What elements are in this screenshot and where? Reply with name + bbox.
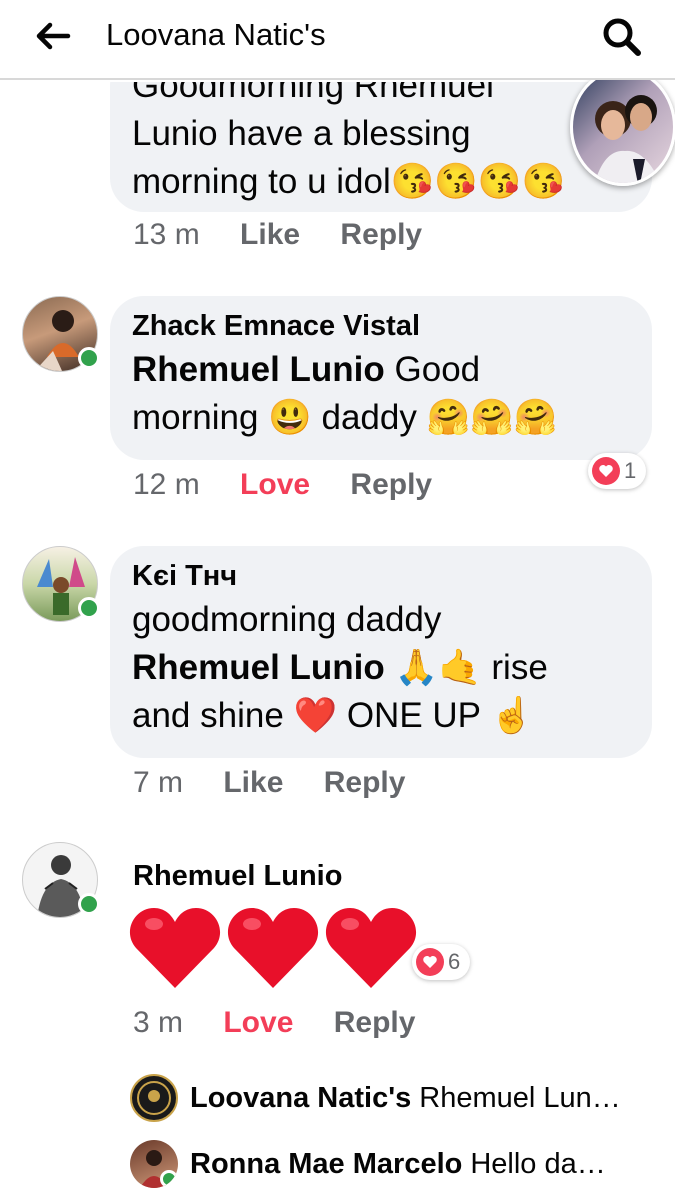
- comment-bubble[interactable]: Goodmorning Rhemuel Lunio have a blessin…: [110, 82, 652, 212]
- online-indicator: [78, 347, 100, 369]
- comment-text: Rhemuel Lunio 🙏🤙 rise: [132, 648, 548, 687]
- comment-author[interactable]: Κєі Тнч: [132, 556, 630, 596]
- comment-meta: 7 m Like Reply: [133, 766, 437, 800]
- online-indicator: [78, 893, 100, 915]
- reaction-count[interactable]: 6: [412, 944, 471, 980]
- mention-link[interactable]: Rhemuel Lunio: [132, 648, 385, 687]
- mention-link[interactable]: Rhemuel Lunio: [132, 350, 385, 389]
- heart-emoji-row: [128, 904, 418, 992]
- comment-text: morning to u idol😘😘😘😘: [132, 162, 566, 201]
- reply-author[interactable]: Ronna Mae Marcelo: [190, 1148, 462, 1181]
- avatar: [130, 1140, 178, 1188]
- heart-icon: [325, 908, 417, 988]
- comment-meta: 13 m Like Reply: [133, 218, 454, 252]
- comment-text: Rhemuel Lunio Good: [132, 350, 481, 389]
- love-reaction-icon: [416, 948, 444, 976]
- timestamp: 12 m: [133, 468, 200, 501]
- reply-button[interactable]: Reply: [350, 468, 432, 502]
- comment-text: goodmorning daddy: [132, 600, 442, 639]
- comment-bubble[interactable]: Κєі Тнч goodmorning daddy Rhemuel Lunio …: [110, 546, 652, 758]
- timestamp: 3 m: [133, 1006, 184, 1039]
- comment-author[interactable]: Rhemuel Lunio: [133, 856, 342, 896]
- heart-icon: [227, 908, 319, 988]
- avatar: [130, 1074, 178, 1122]
- like-button[interactable]: Like: [240, 218, 300, 252]
- arrow-left-icon[interactable]: [32, 16, 72, 56]
- comment-author[interactable]: Zhack Emnace Vistal: [132, 306, 630, 346]
- reply-preview[interactable]: Ronna Mae Marcelo Hello da…: [130, 1140, 606, 1188]
- search-icon[interactable]: [599, 14, 645, 60]
- comment-text: and shine ❤️ ONE UP ☝️: [132, 696, 534, 735]
- reply-button[interactable]: Reply: [334, 1006, 416, 1040]
- chat-head-photo: [594, 95, 661, 183]
- avatar-photo: [137, 1081, 171, 1115]
- comment-text-partial: Goodmorning Rhemuel: [132, 82, 494, 105]
- timestamp: 13 m: [133, 218, 200, 251]
- comment-list: Goodmorning Rhemuel Lunio have a blessin…: [0, 82, 675, 1200]
- page-title: Loovana Natic's: [106, 17, 326, 52]
- love-button[interactable]: Love: [223, 1006, 293, 1040]
- like-button[interactable]: Like: [223, 766, 283, 800]
- comment-meta: 12 m Love Reply: [133, 468, 464, 502]
- online-indicator: [160, 1170, 178, 1188]
- reply-text: Rhemuel Lun…: [419, 1081, 621, 1114]
- online-indicator: [78, 597, 100, 619]
- reaction-count[interactable]: 1: [588, 453, 647, 489]
- reply-text: Hello da…: [470, 1147, 606, 1180]
- reply-button[interactable]: Reply: [340, 218, 422, 252]
- comment-text: morning 😃 daddy 🤗🤗🤗: [132, 398, 558, 437]
- comment-text: Lunio have a blessing: [132, 114, 471, 153]
- love-reaction-icon: [592, 457, 620, 485]
- reply-button[interactable]: Reply: [324, 766, 406, 800]
- comment-meta: 3 m Love Reply: [133, 1006, 447, 1040]
- chat-head-bubble[interactable]: [570, 68, 675, 186]
- reply-author[interactable]: Loovana Natic's: [190, 1082, 411, 1115]
- heart-icon: [129, 908, 221, 988]
- comment-bubble[interactable]: Zhack Emnace Vistal Rhemuel Lunio Good m…: [110, 296, 652, 460]
- love-button[interactable]: Love: [240, 468, 310, 502]
- reply-preview[interactable]: Loovana Natic's Rhemuel Lun…: [130, 1074, 621, 1122]
- timestamp: 7 m: [133, 766, 184, 799]
- top-bar: Loovana Natic's: [0, 0, 675, 80]
